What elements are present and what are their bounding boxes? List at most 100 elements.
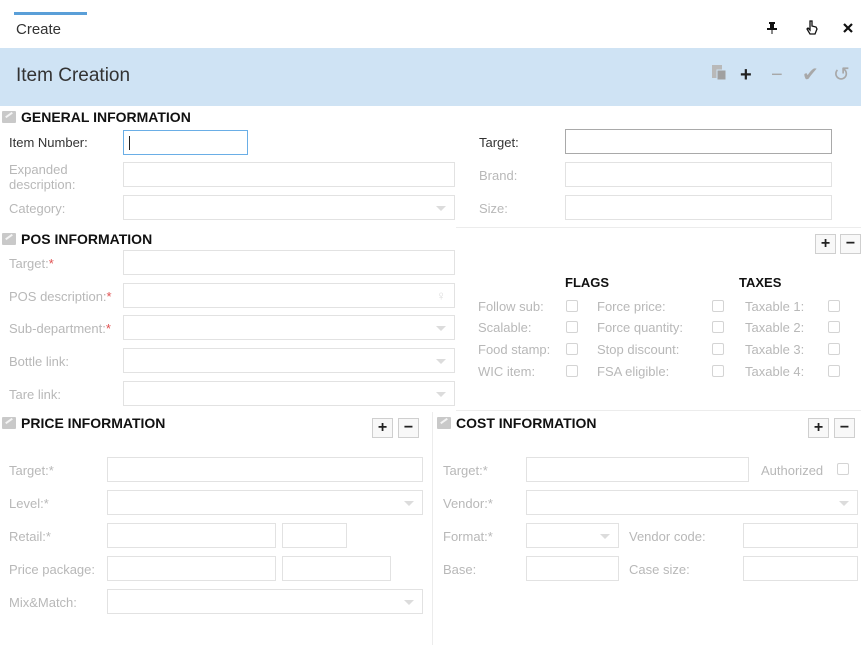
- pos-section-title: POS INFORMATION: [21, 231, 153, 247]
- authorized-checkbox[interactable]: [837, 463, 849, 475]
- taxable-1-label: Taxable 1:: [745, 299, 805, 314]
- taxable-4-label: Taxable 4:: [745, 364, 805, 379]
- check-icon[interactable]: ✔: [802, 63, 819, 87]
- expanded-description-label: Expanded description:: [9, 162, 76, 192]
- follow-sub-checkbox[interactable]: [566, 300, 578, 312]
- fsa-eligible-label: FSA eligible:: [597, 364, 670, 379]
- expanded-description-input[interactable]: [123, 162, 455, 187]
- force-price-checkbox[interactable]: [712, 300, 724, 312]
- category-select[interactable]: [123, 195, 455, 220]
- pos-target-label: Target:*: [9, 256, 54, 271]
- vendor-code-input[interactable]: [743, 523, 858, 548]
- pos-description-input[interactable]: ♀: [123, 283, 455, 308]
- taxable-1-checkbox[interactable]: [828, 300, 840, 312]
- cost-add-button[interactable]: +: [808, 418, 829, 438]
- scalable-label: Scalable:: [478, 320, 532, 335]
- cost-section-title: COST INFORMATION: [456, 415, 597, 431]
- price-package-input[interactable]: [107, 556, 276, 581]
- plus-icon[interactable]: +: [740, 63, 752, 87]
- case-size-label: Case size:: [629, 562, 690, 577]
- divider: [432, 412, 433, 645]
- divider: [456, 227, 861, 228]
- minus-icon[interactable]: −: [771, 63, 783, 87]
- scalable-checkbox[interactable]: [566, 321, 578, 333]
- brand-label: Brand:: [479, 168, 518, 183]
- general-section-title: GENERAL INFORMATION: [21, 109, 191, 125]
- item-number-label: Item Number:: [9, 135, 88, 150]
- vendor-label: Vendor:*: [443, 496, 493, 511]
- size-input[interactable]: [565, 195, 832, 220]
- price-add-button[interactable]: +: [372, 418, 393, 438]
- sub-department-select[interactable]: [123, 315, 455, 340]
- tab-bar: Create: [0, 0, 861, 48]
- format-select[interactable]: [526, 523, 619, 548]
- pin-icon[interactable]: [767, 22, 777, 37]
- authorized-label: Authorized: [761, 463, 824, 478]
- base-input[interactable]: [526, 556, 619, 581]
- base-label: Base:: [443, 562, 477, 577]
- pos-section-header: POS INFORMATION: [2, 231, 152, 247]
- pos-target-input[interactable]: [123, 250, 455, 275]
- pointer-icon[interactable]: [805, 20, 819, 38]
- cost-remove-button[interactable]: −: [834, 418, 855, 438]
- taxable-2-checkbox[interactable]: [828, 321, 840, 333]
- lightbulb-icon[interactable]: ♀: [436, 288, 446, 303]
- tab-active-indicator: [14, 12, 87, 15]
- price-remove-button[interactable]: −: [398, 418, 419, 438]
- case-size-input[interactable]: [743, 556, 858, 581]
- wic-item-checkbox[interactable]: [566, 365, 578, 377]
- stop-discount-label: Stop discount:: [597, 342, 680, 357]
- retail-quantity-input[interactable]: [282, 523, 347, 548]
- chevron-down-icon: [600, 534, 610, 539]
- fsa-eligible-checkbox[interactable]: [712, 365, 724, 377]
- brand-input[interactable]: [565, 162, 832, 187]
- tab-create[interactable]: Create: [16, 21, 61, 38]
- price-package-extra-input[interactable]: [282, 556, 391, 581]
- tare-link-select[interactable]: [123, 381, 455, 406]
- vendor-code-label: Vendor code:: [629, 529, 706, 544]
- tare-link-label: Tare link:: [9, 387, 62, 402]
- retail-input[interactable]: [107, 523, 276, 548]
- edit-icon: [2, 233, 16, 245]
- price-section-title: PRICE INFORMATION: [21, 415, 166, 431]
- category-label: Category:: [9, 201, 66, 216]
- size-label: Size:: [479, 201, 508, 216]
- paste-icon[interactable]: [711, 63, 727, 87]
- bottle-link-label: Bottle link:: [9, 354, 69, 369]
- sub-department-label: Sub-department:*: [9, 321, 111, 336]
- general-target-input[interactable]: [565, 129, 832, 154]
- chevron-down-icon: [436, 326, 446, 331]
- taxable-4-checkbox[interactable]: [828, 365, 840, 377]
- item-number-input[interactable]: [123, 130, 248, 155]
- chevron-down-icon: [404, 501, 414, 506]
- taxable-2-label: Taxable 2:: [745, 320, 805, 335]
- cost-target-label: Target:*: [443, 463, 488, 478]
- edit-icon: [2, 111, 16, 123]
- general-target-label: Target:: [479, 135, 519, 150]
- undo-icon[interactable]: ↺: [833, 63, 850, 87]
- force-price-label: Force price:: [597, 299, 666, 314]
- page-title: Item Creation: [16, 65, 131, 86]
- food-stamp-checkbox[interactable]: [566, 343, 578, 355]
- taxes-header: TAXES: [739, 275, 782, 290]
- taxable-3-label: Taxable 3:: [745, 342, 805, 357]
- chevron-down-icon: [839, 501, 849, 506]
- general-section-header: GENERAL INFORMATION: [2, 109, 191, 125]
- vendor-select[interactable]: [526, 490, 858, 515]
- price-section-header: PRICE INFORMATION: [2, 415, 165, 431]
- mix-match-select[interactable]: [107, 589, 423, 614]
- chevron-down-icon: [436, 392, 446, 397]
- divider: [456, 410, 861, 411]
- taxable-3-checkbox[interactable]: [828, 343, 840, 355]
- pos-remove-button[interactable]: −: [840, 234, 861, 254]
- stop-discount-checkbox[interactable]: [712, 343, 724, 355]
- header-bar: Item Creation + − ✔ ↺: [0, 48, 861, 106]
- close-icon[interactable]: [843, 21, 853, 36]
- retail-label: Retail:*: [9, 529, 51, 544]
- level-select[interactable]: [107, 490, 423, 515]
- pos-add-button[interactable]: +: [815, 234, 836, 254]
- price-target-input[interactable]: [107, 457, 423, 482]
- bottle-link-select[interactable]: [123, 348, 455, 373]
- force-quantity-checkbox[interactable]: [712, 321, 724, 333]
- cost-target-input[interactable]: [526, 457, 749, 482]
